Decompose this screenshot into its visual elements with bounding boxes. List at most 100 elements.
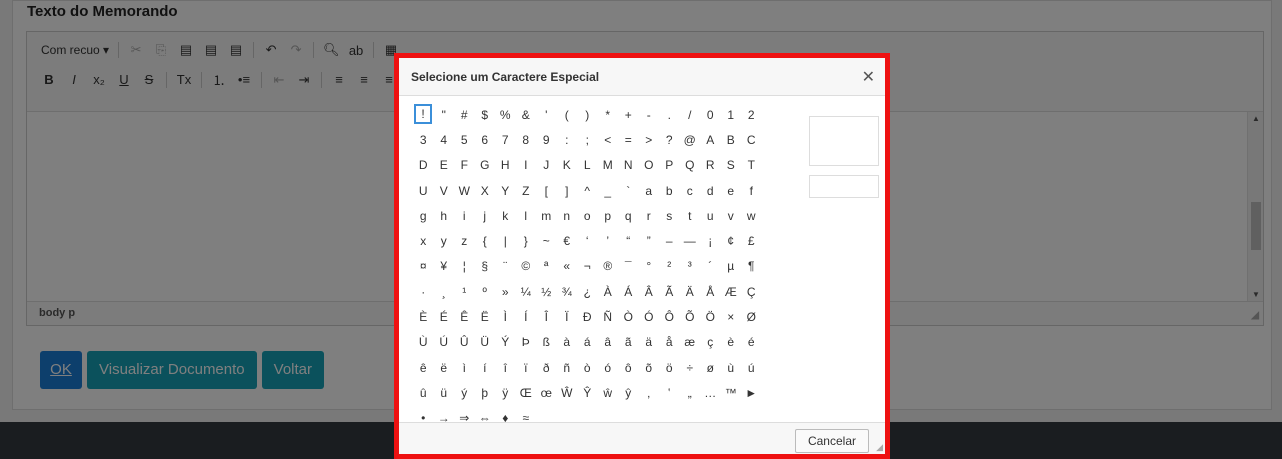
character-cell[interactable]: I — [516, 153, 537, 178]
character-cell[interactable]: a — [639, 178, 660, 203]
character-cell[interactable]: á — [577, 330, 598, 355]
character-cell[interactable]: _ — [598, 178, 619, 203]
character-cell[interactable]: Ã — [659, 279, 680, 304]
character-cell[interactable]: “ — [618, 228, 639, 253]
character-cell[interactable]: r — [639, 203, 660, 228]
character-cell[interactable]: þ — [475, 380, 496, 405]
character-cell[interactable]: ? — [659, 127, 680, 152]
character-cell[interactable]: z — [454, 228, 475, 253]
character-cell[interactable]: Ë — [475, 304, 496, 329]
character-cell[interactable]: Ô — [659, 304, 680, 329]
character-cell[interactable]: p — [598, 203, 619, 228]
character-cell[interactable]: Ï — [557, 304, 578, 329]
character-cell[interactable]: t — [680, 203, 701, 228]
character-cell[interactable]: H — [495, 153, 516, 178]
character-cell[interactable]: C — [741, 127, 762, 152]
character-cell[interactable]: S — [721, 153, 742, 178]
character-cell[interactable]: ’ — [598, 228, 619, 253]
character-cell[interactable]: 0 — [700, 102, 721, 127]
character-cell[interactable]: Ñ — [598, 304, 619, 329]
character-cell[interactable]: Â — [639, 279, 660, 304]
character-cell[interactable]: Î — [536, 304, 557, 329]
character-cell[interactable]: | — [495, 228, 516, 253]
character-cell[interactable]: f — [741, 178, 762, 203]
character-cell[interactable]: R — [700, 153, 721, 178]
character-cell[interactable]: ~ — [536, 228, 557, 253]
character-cell[interactable]: M — [598, 153, 619, 178]
character-cell[interactable]: õ — [639, 355, 660, 380]
character-cell[interactable]: J — [536, 153, 557, 178]
character-cell[interactable]: K — [557, 153, 578, 178]
character-cell[interactable]: û — [413, 380, 434, 405]
character-cell[interactable]: 1 — [721, 102, 742, 127]
character-cell[interactable]: Ä — [680, 279, 701, 304]
character-cell[interactable]: » — [495, 279, 516, 304]
character-cell[interactable]: ß — [536, 330, 557, 355]
character-cell[interactable]: s — [659, 203, 680, 228]
character-cell[interactable]: Œ — [516, 380, 537, 405]
character-cell[interactable]: œ — [536, 380, 557, 405]
character-cell[interactable]: x — [413, 228, 434, 253]
character-cell[interactable]: & — [516, 102, 537, 127]
character-cell[interactable]: 7 — [495, 127, 516, 152]
character-cell[interactable]: W — [454, 178, 475, 203]
character-cell[interactable]: - — [639, 102, 660, 127]
character-cell[interactable]: € — [557, 228, 578, 253]
character-cell[interactable]: „ — [680, 380, 701, 405]
character-cell[interactable]: o — [577, 203, 598, 228]
character-cell[interactable]: É — [434, 304, 455, 329]
character-cell[interactable]: Ý — [495, 330, 516, 355]
character-cell[interactable]: g — [413, 203, 434, 228]
character-cell[interactable]: O — [639, 153, 660, 178]
character-cell[interactable]: Ê — [454, 304, 475, 329]
character-cell[interactable]: i — [454, 203, 475, 228]
character-cell[interactable]: ä — [639, 330, 660, 355]
character-cell[interactable]: ¤ — [413, 254, 434, 279]
cancel-button[interactable]: Cancelar — [794, 429, 869, 453]
character-cell[interactable]: ¡ — [700, 228, 721, 253]
character-cell[interactable]: + — [618, 102, 639, 127]
character-cell[interactable]: Å — [700, 279, 721, 304]
character-cell[interactable]: ¹ — [454, 279, 475, 304]
character-cell[interactable]: j — [475, 203, 496, 228]
character-cell[interactable]: D — [413, 153, 434, 178]
character-cell[interactable]: 9 — [536, 127, 557, 152]
character-cell[interactable]: F — [454, 153, 475, 178]
character-cell[interactable]: Ø — [741, 304, 762, 329]
character-cell[interactable]: à — [557, 330, 578, 355]
character-cell[interactable]: Á — [618, 279, 639, 304]
character-cell[interactable]: A — [700, 127, 721, 152]
character-cell[interactable]: § — [475, 254, 496, 279]
character-cell[interactable]: ¨ — [495, 254, 516, 279]
character-cell[interactable]: k — [495, 203, 516, 228]
character-cell[interactable]: è — [721, 330, 742, 355]
character-cell[interactable]: { — [475, 228, 496, 253]
character-cell[interactable]: N — [618, 153, 639, 178]
character-cell[interactable]: ê — [413, 355, 434, 380]
character-cell[interactable]: " — [434, 102, 455, 127]
character-cell[interactable]: Þ — [516, 330, 537, 355]
character-cell[interactable]: 8 — [516, 127, 537, 152]
character-cell[interactable]: ç — [700, 330, 721, 355]
character-cell[interactable]: ŷ — [618, 380, 639, 405]
character-cell[interactable]: ë — [434, 355, 455, 380]
character-cell[interactable]: 4 — [434, 127, 455, 152]
character-cell[interactable]: ì — [454, 355, 475, 380]
character-cell[interactable]: e — [721, 178, 742, 203]
character-cell[interactable]: Ò — [618, 304, 639, 329]
character-cell[interactable]: ¼ — [516, 279, 537, 304]
character-cell[interactable]: © — [516, 254, 537, 279]
character-cell[interactable]: ¿ — [577, 279, 598, 304]
character-cell[interactable]: X — [475, 178, 496, 203]
character-cell[interactable]: ù — [721, 355, 742, 380]
character-cell[interactable]: ► — [741, 380, 762, 405]
character-cell[interactable]: G — [475, 153, 496, 178]
character-cell[interactable]: · — [413, 279, 434, 304]
character-cell[interactable]: í — [475, 355, 496, 380]
close-icon[interactable]: ✕ — [862, 67, 875, 87]
character-cell[interactable]: È — [413, 304, 434, 329]
character-cell[interactable]: = — [618, 127, 639, 152]
character-cell[interactable]: ³ — [680, 254, 701, 279]
character-cell[interactable]: ) — [577, 102, 598, 127]
character-cell[interactable]: P — [659, 153, 680, 178]
